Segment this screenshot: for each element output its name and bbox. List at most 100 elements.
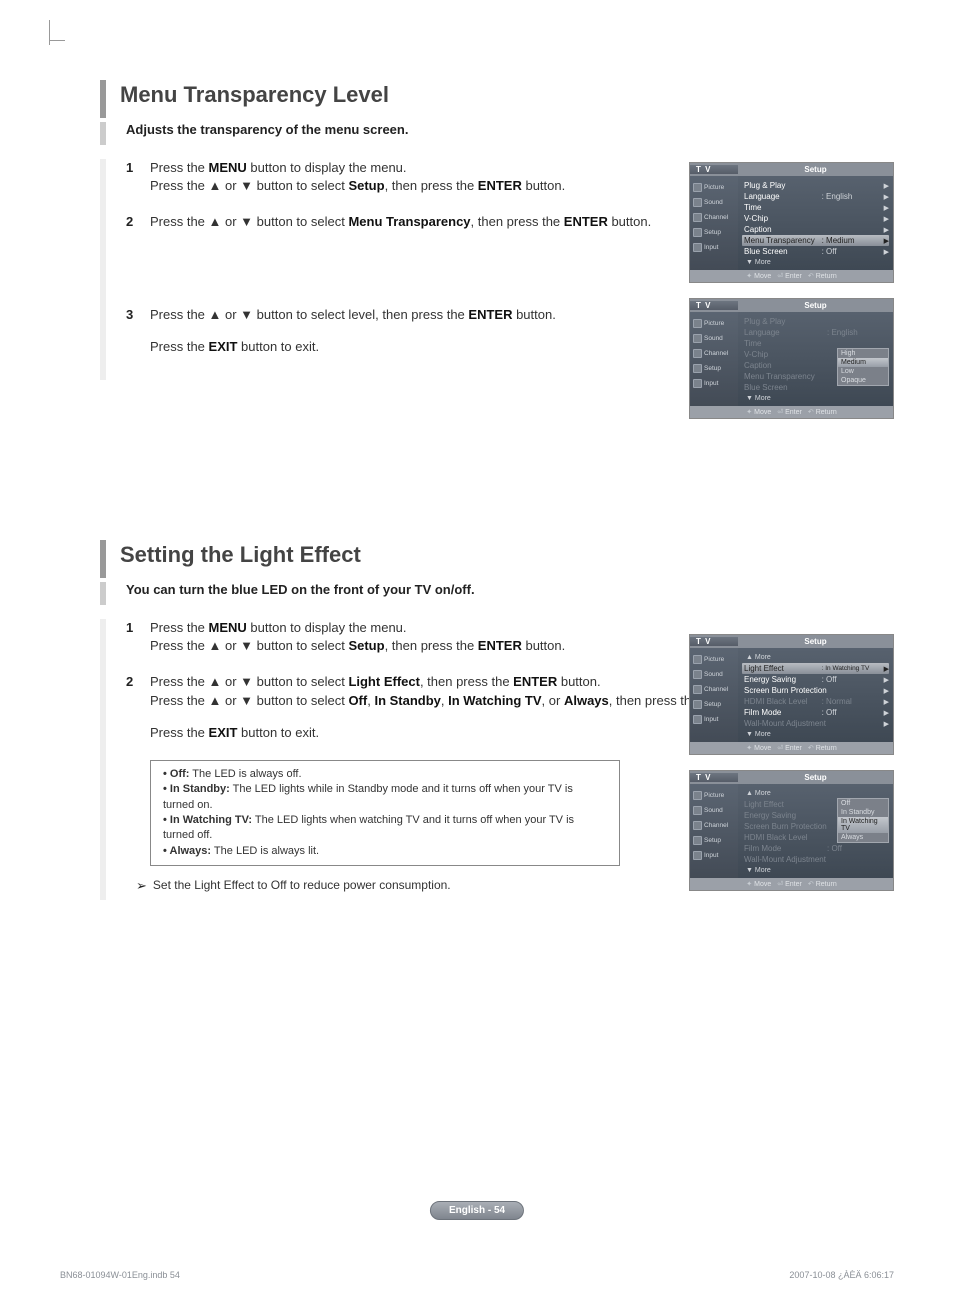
pointer-icon: ➢ <box>136 878 147 894</box>
text: button. <box>512 307 555 322</box>
dropdown-opt[interactable]: High <box>838 349 888 358</box>
dropdown-opt[interactable]: Off <box>838 799 888 808</box>
page-number-tag: English - 54 <box>430 1201 524 1220</box>
osd-items: Plug & Play▶ Language: English▶ Time▶ V-… <box>738 176 893 270</box>
kw: ENTER <box>564 214 608 229</box>
nav-sound[interactable]: Sound <box>690 195 738 210</box>
osd-row-selected[interactable]: Menu Transparency: Medium▶ <box>742 235 889 246</box>
osd-tv-label: T V <box>690 165 738 174</box>
osd-row[interactable]: Wall-Mount Adjustment <box>744 854 889 865</box>
section2-desc: You can turn the blue LED on the front o… <box>100 582 894 605</box>
kw: ENTER <box>468 307 512 322</box>
step-num: 1 <box>126 619 150 655</box>
nav-sound[interactable]: Sound <box>690 331 738 346</box>
nav-input[interactable]: Input <box>690 376 738 391</box>
osd-footer: ✦Move ⏎Enter ↶Return <box>690 270 893 282</box>
footer-left: BN68-01094W-01Eng.indb 54 <box>60 1270 180 1280</box>
nav-setup[interactable]: Setup <box>690 225 738 240</box>
nav-picture[interactable]: Picture <box>690 316 738 331</box>
return-icon: ↶ <box>808 272 814 280</box>
section1-title: Menu Transparency Level <box>100 80 894 118</box>
nav-sound[interactable]: Sound <box>690 667 738 682</box>
move-icon: ✦ <box>746 272 752 280</box>
dropdown-opt[interactable]: Low <box>838 367 888 376</box>
nav-input[interactable]: Input <box>690 848 738 863</box>
nav-setup[interactable]: Setup <box>690 697 738 712</box>
osd-row[interactable]: Plug & Play <box>744 316 889 327</box>
text: button. <box>608 214 651 229</box>
enter-icon: ⏎ <box>777 272 783 280</box>
kw: MENU <box>209 160 247 175</box>
dropdown-opt[interactable]: Opaque <box>838 376 888 385</box>
osd-setup-panel: T VSetup Picture Sound Channel Setup Inp… <box>689 298 894 419</box>
osd-row[interactable]: Language: English▶ <box>744 191 889 202</box>
osd-more[interactable]: ▼ More <box>744 393 889 404</box>
osd-setup-panel: T VSetup Picture Sound Channel Setup Inp… <box>689 634 894 755</box>
dropdown-opt-selected[interactable]: Medium <box>838 358 888 367</box>
text: Press the ▲ or ▼ button to select <box>150 214 348 229</box>
kw: EXIT <box>209 339 238 354</box>
text: Press the ▲ or ▼ button to select <box>150 178 348 193</box>
channel-icon <box>693 213 702 222</box>
osd-row[interactable]: Plug & Play▶ <box>744 180 889 191</box>
section1-desc: Adjusts the transparency of the menu scr… <box>100 122 894 145</box>
osd-row[interactable]: Language: English <box>744 327 889 338</box>
nav-channel[interactable]: Channel <box>690 682 738 697</box>
kw: Menu Transparency <box>348 214 470 229</box>
osd-more[interactable]: ▼ More <box>744 729 889 740</box>
osd-setup-panel: T V Setup Picture Sound Channel Setup In… <box>689 162 894 283</box>
text: , then press the <box>385 178 478 193</box>
dropdown-opt[interactable]: In Standby <box>838 808 888 817</box>
osd-row[interactable]: Blue Screen: Off▶ <box>744 246 889 257</box>
osd-row[interactable]: Time▶ <box>744 202 889 213</box>
kw: ENTER <box>478 178 522 193</box>
print-footer: BN68-01094W-01Eng.indb 54 2007-10-08 ¿ÀÈ… <box>60 1270 894 1280</box>
osd-row[interactable]: Energy Saving: Off▶ <box>744 674 889 685</box>
dropdown-opt-selected[interactable]: In Watching TV <box>838 817 888 833</box>
page: Menu Transparency Level Adjusts the tran… <box>0 0 954 1310</box>
sound-icon <box>693 198 702 207</box>
osd-setup-panel: T VSetup Picture Sound Channel Setup Inp… <box>689 770 894 891</box>
nav-sound[interactable]: Sound <box>690 803 738 818</box>
note-box: • Off: The LED is always off. • In Stand… <box>150 760 620 866</box>
nav-setup[interactable]: Setup <box>690 833 738 848</box>
nav-input[interactable]: Input <box>690 712 738 727</box>
text: Press the ▲ or ▼ button to select level,… <box>150 307 468 322</box>
dropdown-opt[interactable]: Always <box>838 833 888 842</box>
osd-row[interactable]: Film Mode: Off <box>744 843 889 854</box>
osd-more[interactable]: ▼ More <box>744 865 889 876</box>
osd-row[interactable]: Screen Burn Protection▶ <box>744 685 889 696</box>
transparency-dropdown[interactable]: High Medium Low Opaque <box>837 348 889 386</box>
light-effect-dropdown[interactable]: Off In Standby In Watching TV Always <box>837 798 889 843</box>
osd-row[interactable]: Caption▶ <box>744 224 889 235</box>
osd-row[interactable]: Film Mode: Off▶ <box>744 707 889 718</box>
osd-more[interactable]: ▼ More <box>744 257 889 268</box>
nav-channel[interactable]: Channel <box>690 818 738 833</box>
osd-row-selected[interactable]: Light Effect: In Watching TV▶ <box>742 663 889 674</box>
osd-row[interactable]: HDMI Black Level: Normal▶ <box>744 696 889 707</box>
setup-icon <box>693 228 702 237</box>
osd-title: Setup <box>738 165 893 174</box>
step-num: 1 <box>126 159 150 195</box>
kw: Setup <box>348 178 384 193</box>
nav-input[interactable]: Input <box>690 240 738 255</box>
step-num: 2 <box>126 213 150 231</box>
osd-row[interactable]: V-Chip▶ <box>744 213 889 224</box>
nav-channel[interactable]: Channel <box>690 210 738 225</box>
text: Press the <box>150 339 209 354</box>
osd-nav: Picture Sound Channel Setup Input <box>690 176 738 270</box>
osd-more[interactable]: ▲ More <box>744 652 889 663</box>
step-num: 2 <box>126 673 150 742</box>
nav-setup[interactable]: Setup <box>690 361 738 376</box>
text: button to exit. <box>237 339 319 354</box>
osd-header: T V Setup <box>690 163 893 176</box>
nav-picture[interactable]: Picture <box>690 180 738 195</box>
text: button. <box>522 178 565 193</box>
nav-picture[interactable]: Picture <box>690 788 738 803</box>
text: , then press the <box>471 214 564 229</box>
nav-channel[interactable]: Channel <box>690 346 738 361</box>
picture-icon <box>693 183 702 192</box>
osd-row[interactable]: Wall-Mount Adjustment▶ <box>744 718 889 729</box>
nav-picture[interactable]: Picture <box>690 652 738 667</box>
tip-text: Set the Light Effect to Off to reduce po… <box>153 878 451 892</box>
